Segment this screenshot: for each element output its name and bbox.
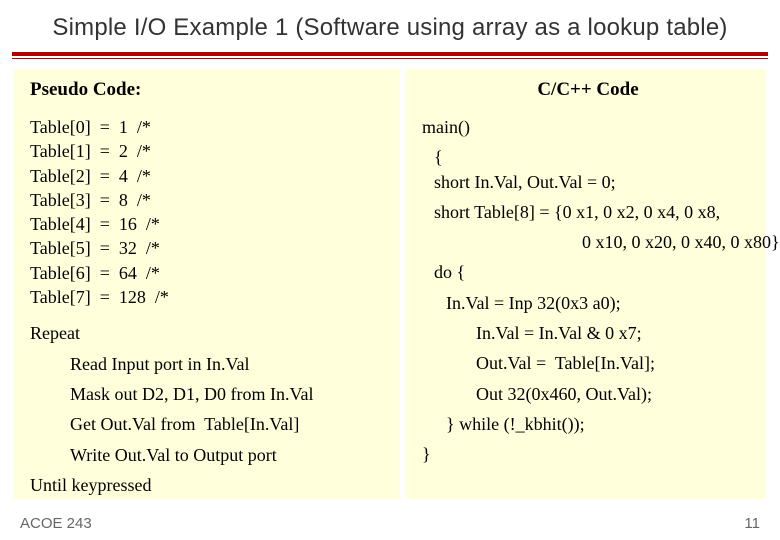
code-line: } while (!_kbhit()); — [422, 412, 754, 436]
code-line: short Table[8] = {0 x1, 0 x2, 0 x4, 0 x8… — [422, 200, 754, 224]
pseudo-step: Write Out.Val to Output port — [30, 443, 388, 467]
code-line: do { — [422, 260, 754, 284]
code-line: Out 32(0x460, Out.Val); — [422, 382, 754, 406]
c-code-panel: C/C++ Code main() { short In.Val, Out.Va… — [406, 69, 766, 499]
table-assignments: Table[0] = 1 /* Table[1] = 2 /* Table[2]… — [30, 115, 388, 309]
code-line: In.Val = Inp 32(0x3 a0); — [422, 291, 754, 315]
table-line: Table[6] = 64 /* — [30, 261, 388, 285]
pseudo-until: Until keypressed — [30, 473, 388, 497]
c-code-lines: main() { short In.Val, Out.Val = 0; shor… — [422, 115, 754, 467]
table-line: Table[1] = 2 /* — [30, 139, 388, 163]
code-line: In.Val = In.Val & 0 x7; — [422, 321, 754, 345]
table-line: Table[2] = 4 /* — [30, 164, 388, 188]
code-line: main() — [422, 115, 754, 139]
slide-body: Pseudo Code: Table[0] = 1 /* Table[1] = … — [0, 69, 780, 499]
spacer — [30, 309, 388, 321]
title-rule-thick — [12, 52, 768, 56]
pseudo-step: Get Out.Val from Table[In.Val] — [30, 412, 388, 436]
title-rule-thin — [12, 58, 768, 59]
pseudo-code-panel: Pseudo Code: Table[0] = 1 /* Table[1] = … — [14, 69, 400, 499]
table-line: Table[4] = 16 /* — [30, 212, 388, 236]
slide: Simple I/O Example 1 (Software using arr… — [0, 0, 780, 540]
table-line: Table[3] = 8 /* — [30, 188, 388, 212]
code-line: Out.Val = Table[In.Val]; — [422, 351, 754, 375]
code-line: { — [422, 145, 754, 169]
pseudo-step: Read Input port in In.Val — [30, 352, 388, 376]
pseudo-step: Mask out D2, D1, D0 from In.Val — [30, 382, 388, 406]
code-line: short In.Val, Out.Val = 0; — [422, 170, 754, 194]
footer-page-number: 11 — [744, 515, 760, 532]
table-line: Table[0] = 1 /* — [30, 115, 388, 139]
slide-footer: ACOE 243 11 — [0, 515, 780, 532]
pseudo-heading: Pseudo Code: — [30, 79, 388, 101]
slide-title: Simple I/O Example 1 (Software using arr… — [0, 0, 780, 48]
code-line: } — [422, 442, 754, 466]
pseudo-repeat: Repeat — [30, 321, 388, 345]
table-line: Table[5] = 32 /* — [30, 236, 388, 260]
code-line: 0 x10, 0 x20, 0 x40, 0 x80}; — [422, 230, 754, 254]
footer-course: ACOE 243 — [20, 515, 92, 532]
c-code-heading: C/C++ Code — [422, 79, 754, 101]
table-line: Table[7] = 128 /* — [30, 285, 388, 309]
pseudo-steps: Repeat Read Input port in In.Val Mask ou… — [30, 321, 388, 497]
